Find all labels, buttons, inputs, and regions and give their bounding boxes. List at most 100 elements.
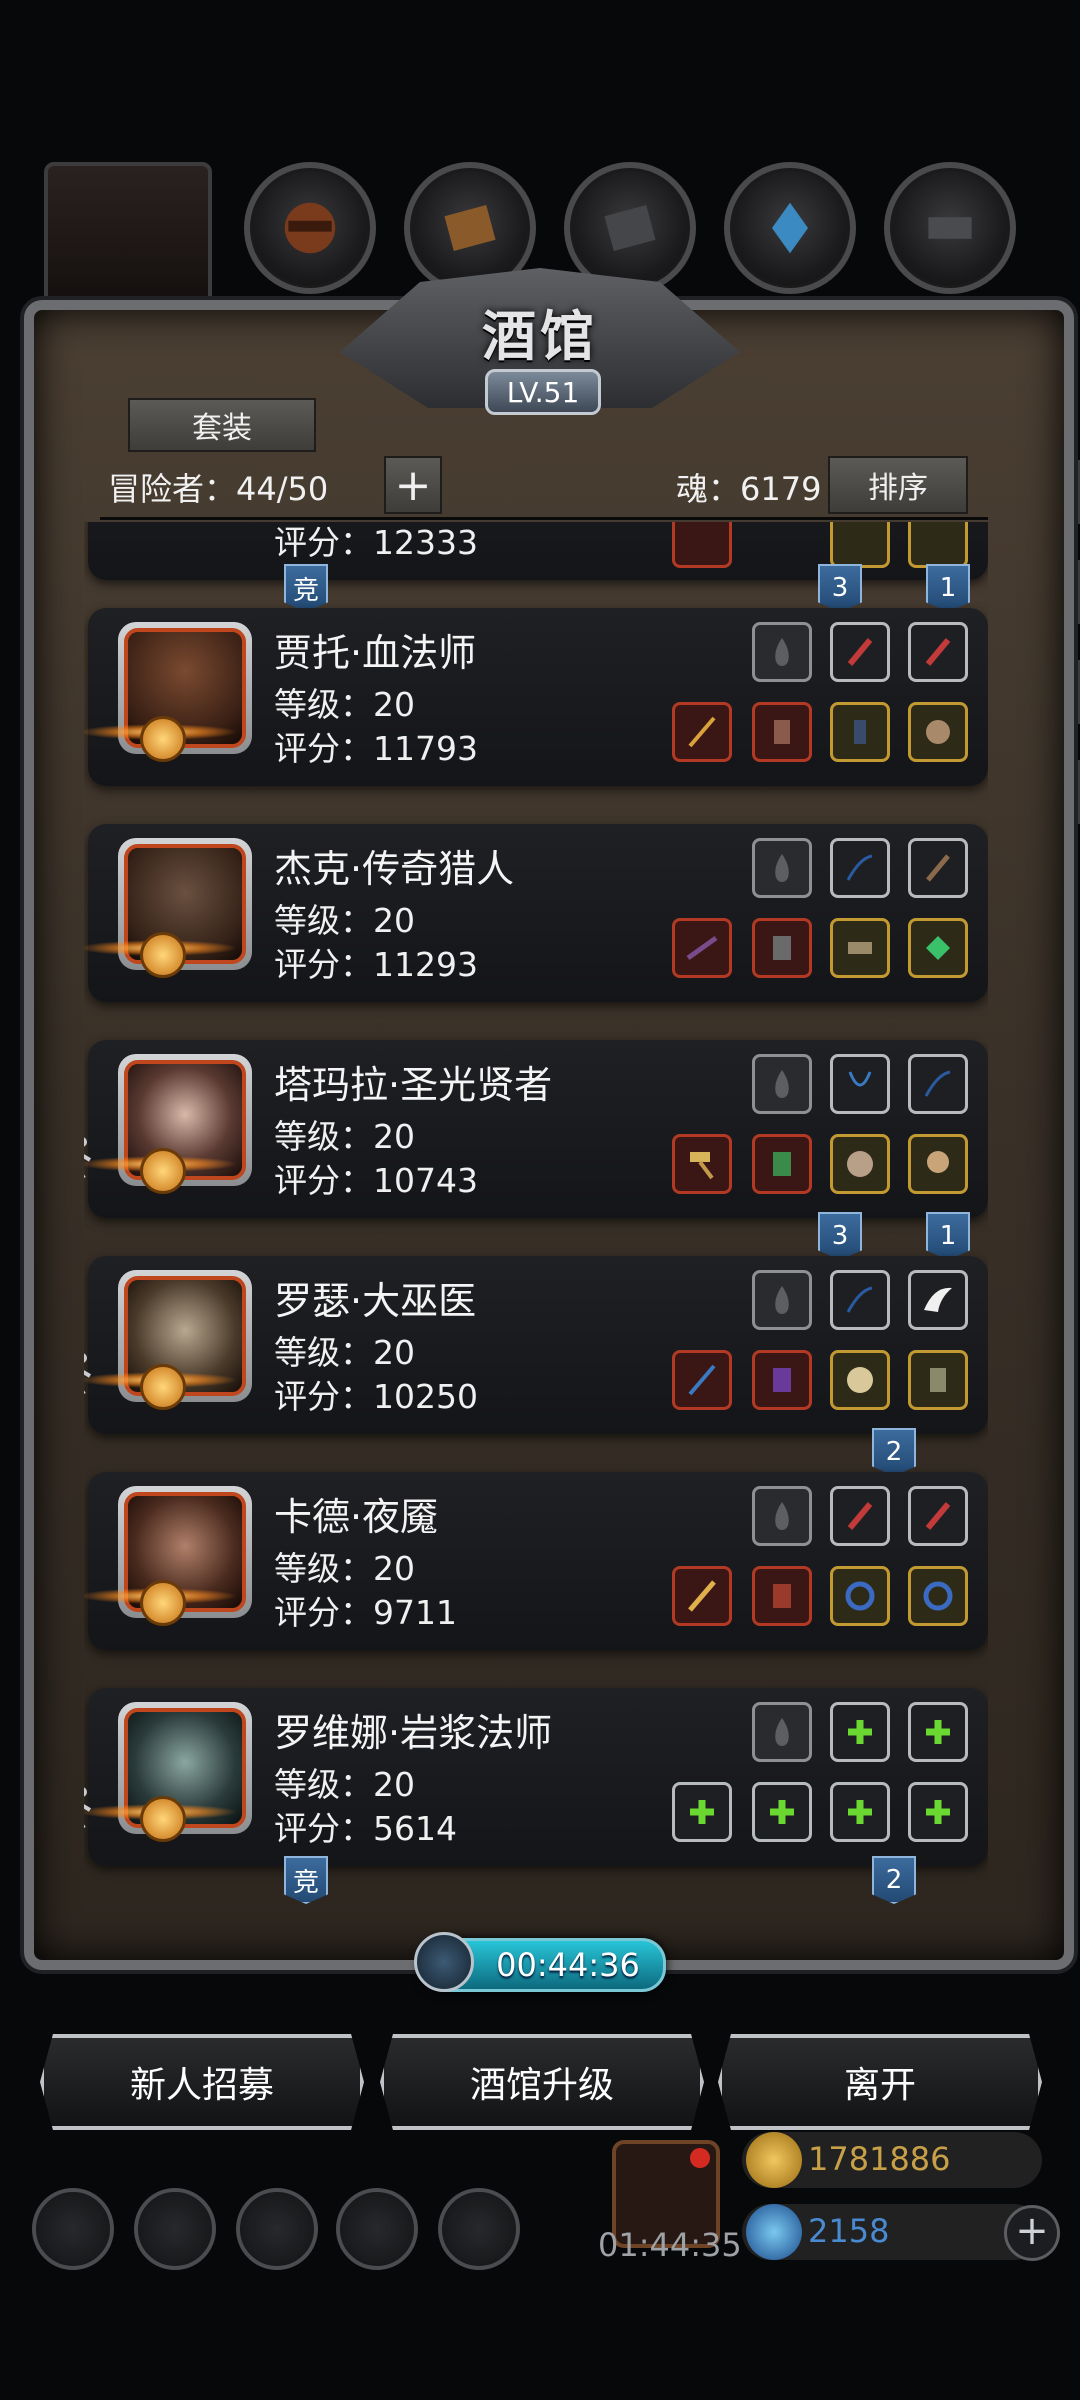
hero-level: 等级：20 (274, 1765, 415, 1804)
helmet-tab-icon[interactable] (244, 162, 376, 294)
hero-card[interactable]: 杰克·传奇猎人 等级：20 评分：11293 (84, 824, 988, 1002)
tavern-level-badge: LV.51 (485, 369, 601, 415)
drop-slot-icon[interactable] (752, 622, 812, 682)
recruit-button[interactable]: 新人招募 (40, 2034, 364, 2130)
count-ribbon: 1 (926, 564, 970, 612)
empty-slot-plus-icon[interactable] (908, 1782, 968, 1842)
hero-card[interactable]: 罗维娜·岩浆法师 等级：20 评分：5614 (84, 1688, 988, 1866)
hero-level: 等级：20 (274, 685, 415, 724)
drop-slot-icon[interactable] (752, 1270, 812, 1330)
bow-slot-icon[interactable] (908, 1054, 968, 1114)
armor-slot-icon[interactable] (752, 702, 812, 762)
wing-slot-icon[interactable] (908, 1270, 968, 1330)
glove-slot-icon[interactable] (908, 1350, 968, 1410)
hero-score: 评分：11793 (274, 729, 478, 768)
sword-slot-icon[interactable] (672, 1566, 732, 1626)
crystal-tab-icon[interactable] (724, 162, 856, 294)
hero-level: 等级：20 (274, 901, 415, 940)
star-icon[interactable] (134, 2188, 216, 2270)
clock-slot-icon[interactable] (830, 1350, 890, 1410)
gem-slot-icon[interactable] (908, 918, 968, 978)
equip-slot[interactable] (830, 522, 890, 568)
hero-name: 塔玛拉·圣光贤者 (274, 1063, 553, 1107)
skull-slot-icon[interactable] (908, 1134, 968, 1194)
hero-card[interactable]: 贾托·血法师 等级：20 评分：11793 (84, 608, 988, 786)
clock-icon (414, 1932, 474, 1992)
gift-timer: 01:44:35 (598, 2226, 742, 2264)
drop-slot-icon[interactable] (752, 1702, 812, 1762)
hero-level: 等级：20 (274, 1549, 415, 1588)
shield-slot-icon[interactable] (830, 1134, 890, 1194)
armor-slot-icon[interactable] (752, 1566, 812, 1626)
count-ribbon: 3 (818, 1212, 862, 1260)
drop-slot-icon[interactable] (752, 1054, 812, 1114)
hammer-slot-icon[interactable] (672, 1134, 732, 1194)
necklace-slot-icon[interactable] (830, 1054, 890, 1114)
empty-slot-plus-icon[interactable] (830, 1782, 890, 1842)
settings-icon[interactable] (32, 2188, 114, 2270)
empty-slot-plus-icon[interactable] (672, 1782, 732, 1842)
armor-slot-icon[interactable] (752, 1134, 812, 1194)
adventurer-count: 冒险者：44/50 (108, 470, 329, 508)
hero-score: 评分：9711 (274, 1593, 457, 1632)
feather-slot-icon[interactable] (908, 1486, 968, 1546)
leave-button[interactable]: 离开 (718, 2034, 1042, 2130)
bow-slot-icon[interactable] (830, 838, 890, 898)
armor-slot-icon[interactable] (752, 1350, 812, 1410)
set-button[interactable]: 套装 (128, 398, 316, 452)
hero-score: 评分：12333 (274, 523, 478, 562)
gold-amount: 1781886 (808, 2140, 951, 2178)
hero-level: 等级：20 (274, 1117, 415, 1156)
staff-slot-icon[interactable] (672, 1350, 732, 1410)
shop-icon[interactable] (438, 2188, 520, 2270)
feather-slot-icon[interactable] (830, 1486, 890, 1546)
mail-icon[interactable] (336, 2188, 418, 2270)
add-adventurer-button[interactable]: + (384, 456, 442, 514)
upgrade-tavern-button[interactable]: 酒馆升级 (380, 2034, 704, 2130)
drop-slot-icon[interactable] (752, 1486, 812, 1546)
count-ribbon: 2 (872, 1428, 916, 1476)
runner-icon (84, 1350, 96, 1406)
rank-medal-icon (140, 1580, 186, 1626)
hero-score: 评分：5614 (274, 1809, 457, 1848)
anvil-tab-icon[interactable] (884, 162, 1016, 294)
avatar-tab[interactable] (44, 162, 212, 310)
empty-slot-plus-icon[interactable] (908, 1702, 968, 1762)
amulet-slot-icon[interactable] (830, 702, 890, 762)
empty-slot-plus-icon[interactable] (830, 1702, 890, 1762)
rank-medal-icon (140, 1364, 186, 1410)
panel-title: 酒馆 (482, 304, 598, 368)
map-icon[interactable] (236, 2188, 318, 2270)
hero-name: 杰克·传奇猎人 (274, 847, 515, 891)
hero-name: 罗瑟·大巫医 (274, 1279, 477, 1323)
hero-level: 等级：20 (274, 1333, 415, 1372)
feather-slot-icon[interactable] (830, 622, 890, 682)
ring-slot-icon[interactable] (830, 1566, 890, 1626)
ring-slot-icon[interactable] (908, 702, 968, 762)
bow-slot-icon[interactable] (830, 1270, 890, 1330)
arena-ribbon: 竞 (284, 564, 328, 612)
sort-button[interactable]: 排序 (828, 456, 968, 514)
ring-slot-icon[interactable] (908, 1566, 968, 1626)
weapon-slot-icon[interactable] (672, 702, 732, 762)
arena-ribbon: 竞 (284, 1856, 328, 1904)
hero-card[interactable]: 罗瑟·大巫医 等级：20 评分：10250 (84, 1256, 988, 1434)
add-currency-button[interactable]: + (1004, 2205, 1060, 2261)
soul-count: 魂：6179 (676, 470, 822, 508)
hero-card[interactable]: 塔玛拉·圣光贤者 等级：20 评分：10743 (84, 1040, 988, 1218)
equip-slot[interactable] (672, 522, 732, 568)
hero-name: 罗维娜·岩浆法师 (274, 1711, 553, 1755)
count-ribbon: 3 (818, 564, 862, 612)
feather-slot-icon[interactable] (908, 622, 968, 682)
hero-card[interactable]: 卡德·夜魇 等级：20 评分：9711 (84, 1472, 988, 1650)
armor-slot-icon[interactable] (752, 918, 812, 978)
rank-medal-icon (140, 1148, 186, 1194)
drop-slot-icon[interactable] (752, 838, 812, 898)
hero-list[interactable]: 评分：12333 竞 3 1 贾托·血法师 等级：20 评分：11793 杰克·… (84, 522, 988, 1908)
bracer-slot-icon[interactable] (830, 918, 890, 978)
equip-slot[interactable] (908, 522, 968, 568)
crossbow-slot-icon[interactable] (672, 918, 732, 978)
hero-score: 评分：10743 (274, 1161, 478, 1200)
empty-slot-plus-icon[interactable] (752, 1782, 812, 1842)
dagger-slot-icon[interactable] (908, 838, 968, 898)
